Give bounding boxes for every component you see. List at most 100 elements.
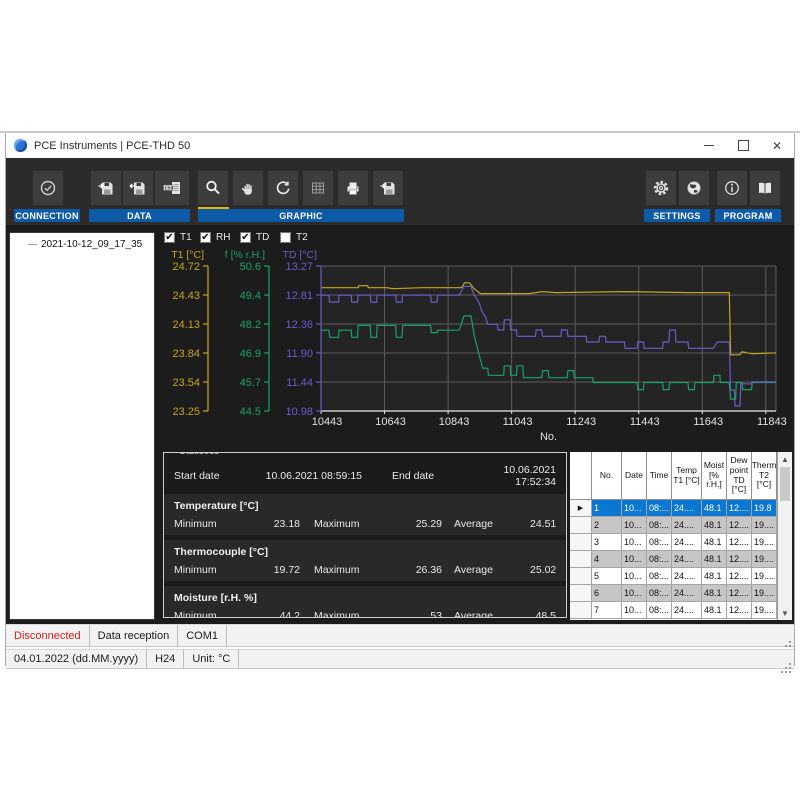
table-cell[interactable]: 08:... [647, 585, 672, 602]
table-cell[interactable]: 48.1 [702, 551, 727, 568]
table-cell[interactable]: 24.... [672, 500, 702, 517]
table-cell[interactable]: 12.... [727, 568, 752, 585]
table-cell[interactable]: 48.1 [702, 568, 727, 585]
column-header[interactable]: Moist [% r.H.] [702, 452, 727, 500]
column-header[interactable]: No. [592, 452, 622, 500]
connect-button[interactable] [33, 171, 63, 205]
table-cell[interactable]: 10... [622, 500, 647, 517]
table-cell[interactable]: 19.8 [752, 500, 777, 517]
row-selector[interactable] [570, 602, 592, 619]
table-row[interactable]: 410...08:...24....48.112....19.... [570, 551, 792, 568]
resize-grip[interactable] [789, 663, 791, 665]
table-cell[interactable]: 12.... [727, 551, 752, 568]
table-cell[interactable]: 12.... [727, 602, 752, 619]
tree-item-measurement[interactable]: 2021-10-12_09_17_35 [28, 239, 154, 250]
table-cell[interactable]: 08:... [647, 551, 672, 568]
info-button[interactable] [717, 171, 747, 205]
series-checkbox-t1[interactable]: ✔T1 [164, 232, 192, 243]
column-header[interactable]: Date [622, 452, 647, 500]
chart-area[interactable]: 1044310643108431104311243114431164311843… [156, 228, 796, 448]
table-cell[interactable]: 19.... [752, 517, 777, 534]
minimize-button[interactable] [692, 133, 726, 158]
table-cell[interactable]: 12.... [727, 517, 752, 534]
save-graphic-button[interactable] [373, 171, 403, 205]
table-row[interactable]: 310...08:...24....48.112....19.... [570, 534, 792, 551]
csv-export-button[interactable]: CSV [155, 171, 189, 205]
table-cell[interactable]: 24.... [672, 534, 702, 551]
checkbox-checked-icon[interactable]: ✔ [164, 232, 175, 243]
series-checkbox-t2[interactable]: T2 [280, 232, 308, 243]
title-bar[interactable]: PCE Instruments | PCE-THD 50 ✕ [6, 133, 794, 158]
column-header[interactable]: Therm T2 [°C] [752, 452, 777, 500]
row-selector[interactable] [570, 551, 592, 568]
table-cell[interactable]: 10... [622, 585, 647, 602]
refresh-button[interactable] [268, 171, 298, 205]
table-cell[interactable]: 6 [592, 585, 622, 602]
table-cell[interactable]: 48.1 [702, 602, 727, 619]
table-cell[interactable]: 10... [622, 551, 647, 568]
table-cell[interactable]: 19.... [752, 568, 777, 585]
table-row[interactable]: 710...08:...24....48.112....19.... [570, 602, 792, 619]
table-cell[interactable]: 19.... [752, 602, 777, 619]
table-cell[interactable]: 24.... [672, 517, 702, 534]
table-cell[interactable]: 12.... [727, 500, 752, 517]
table-cell[interactable]: 19.... [752, 551, 777, 568]
measurement-tree[interactable]: 2021-10-12_09_17_35 [9, 232, 155, 620]
column-header[interactable]: Temp T1 [°C] [672, 452, 702, 500]
table-row[interactable]: 510...08:...24....48.112....19.... [570, 568, 792, 585]
row-selector[interactable] [570, 517, 592, 534]
table-cell[interactable]: 1 [592, 500, 622, 517]
grid-view-button[interactable] [303, 171, 333, 205]
table-cell[interactable]: 2 [592, 517, 622, 534]
resize-grip[interactable] [789, 641, 791, 643]
table-cell[interactable]: 19.... [752, 585, 777, 602]
scrollbar-thumb[interactable] [780, 467, 790, 501]
table-cell[interactable]: 10... [622, 517, 647, 534]
save-data-button[interactable] [91, 171, 121, 205]
close-button[interactable]: ✕ [760, 133, 794, 158]
table-cell[interactable]: 48.1 [702, 517, 727, 534]
table-cell[interactable]: 48.1 [702, 585, 727, 602]
row-selector[interactable] [570, 534, 592, 551]
table-cell[interactable]: 10... [622, 568, 647, 585]
series-checkbox-td[interactable]: ✔TD [240, 232, 269, 243]
table-cell[interactable]: 24.... [672, 568, 702, 585]
language-button[interactable] [679, 171, 709, 205]
table-cell[interactable]: 12.... [727, 534, 752, 551]
maximize-button[interactable] [726, 133, 760, 158]
table-cell[interactable]: 08:... [647, 568, 672, 585]
row-selector[interactable] [570, 585, 592, 602]
column-header[interactable]: Time [647, 452, 672, 500]
table-cell[interactable]: 12.... [727, 585, 752, 602]
table-cell[interactable]: 10... [622, 534, 647, 551]
series-checkbox-rh[interactable]: ✔RH [200, 232, 230, 243]
table-cell[interactable]: 48.1 [702, 534, 727, 551]
table-cell[interactable]: 19.... [752, 534, 777, 551]
table-cell[interactable]: 48.1 [702, 500, 727, 517]
table-row[interactable]: ▶110...08:...24....48.112....19.8 [570, 500, 792, 517]
checkbox-unchecked-icon[interactable] [280, 232, 291, 243]
table-cell[interactable]: 24.... [672, 602, 702, 619]
print-button[interactable] [338, 171, 368, 205]
current-row-indicator[interactable]: ▶ [570, 500, 592, 517]
column-header[interactable]: Dew point TD [°C] [727, 452, 752, 500]
checkbox-checked-icon[interactable]: ✔ [240, 232, 251, 243]
table-cell[interactable]: 3 [592, 534, 622, 551]
table-row[interactable]: 210...08:...24....48.112....19.... [570, 517, 792, 534]
load-data-button[interactable] [123, 171, 153, 205]
settings-button[interactable] [646, 171, 676, 205]
table-cell[interactable]: 4 [592, 551, 622, 568]
table-cell[interactable]: 7 [592, 602, 622, 619]
table-cell[interactable]: 08:... [647, 602, 672, 619]
table-cell[interactable]: 08:... [647, 500, 672, 517]
checkbox-checked-icon[interactable]: ✔ [200, 232, 211, 243]
chart-svg[interactable]: 1044310643108431104311243114431164311843… [156, 228, 796, 448]
table-cell[interactable]: 08:... [647, 517, 672, 534]
table-cell[interactable]: 10... [622, 602, 647, 619]
scroll-up-icon[interactable]: ▲ [778, 452, 792, 466]
table-cell[interactable]: 24.... [672, 551, 702, 568]
pan-tool-button[interactable] [233, 171, 263, 205]
table-cell[interactable]: 5 [592, 568, 622, 585]
manual-button[interactable] [750, 171, 780, 205]
data-table[interactable]: No.DateTimeTemp T1 [°C]Moist [% r.H.]Dew… [570, 452, 792, 620]
